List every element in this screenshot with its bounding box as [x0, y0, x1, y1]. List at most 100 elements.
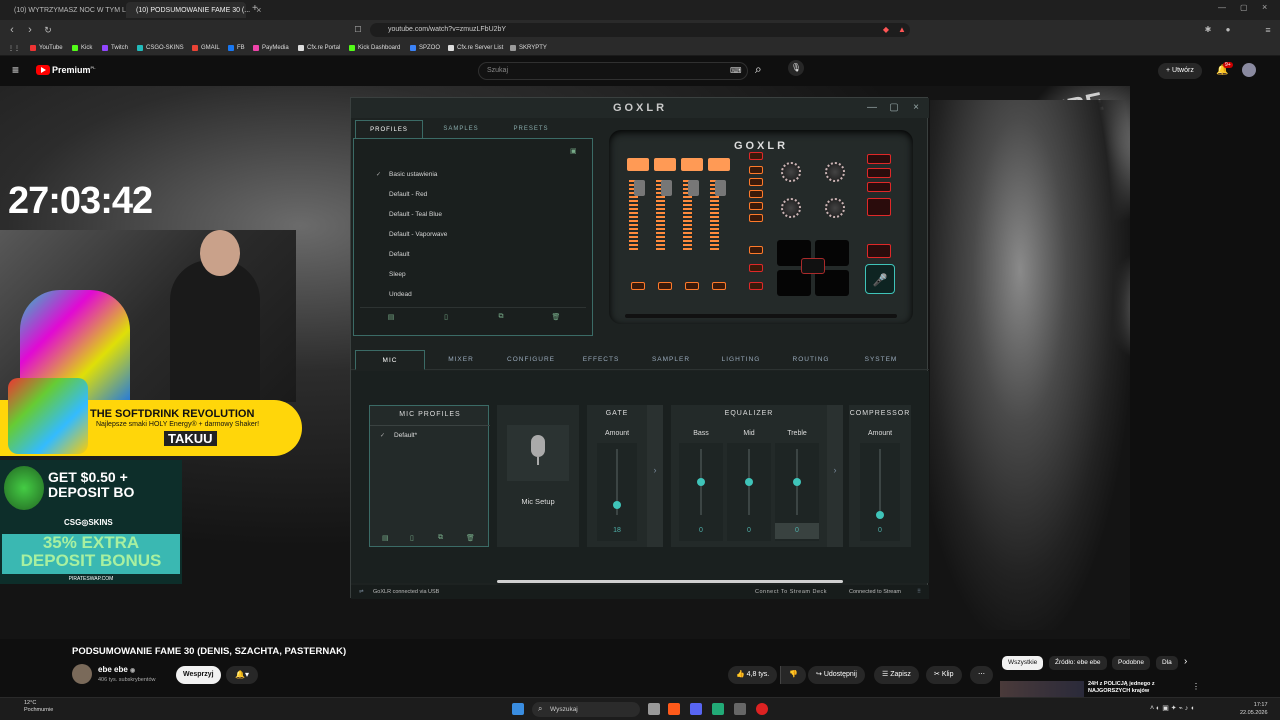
forward-icon[interactable]: › [22, 22, 38, 38]
bookmark-csgo-skins[interactable]: CSGO-SKINS [137, 42, 184, 54]
eq-treble-handle[interactable] [793, 478, 801, 486]
start-windows-icon[interactable] [512, 703, 524, 715]
mic-setup-label[interactable]: Mic Setup [497, 497, 579, 506]
resize-grip-icon[interactable]: ⠿ [917, 585, 921, 599]
fx-button[interactable] [867, 198, 891, 216]
tab-mic[interactable]: MIC [355, 350, 425, 370]
tab-system[interactable]: SYSTEM [847, 350, 915, 370]
effect-knob[interactable] [781, 198, 801, 218]
extensions-icon[interactable]: ✱ [1200, 22, 1216, 38]
preset-button[interactable] [749, 178, 763, 186]
browser-tab-active[interactable]: (10) PODSUMOWANIE FAME 30 (... × [126, 2, 261, 18]
tab-configure[interactable]: CONFIGURE [497, 350, 565, 370]
chip-for-you[interactable]: Dla [1156, 656, 1178, 670]
copy-icon[interactable]: ⧉ [494, 313, 508, 325]
chip-source[interactable]: Źródło: ebe ebe [1049, 656, 1107, 670]
create-button[interactable]: + Utwórz [1158, 63, 1202, 79]
profile-item[interactable]: Basic ustawienia [389, 171, 437, 178]
minimize-icon[interactable]: — [1218, 3, 1226, 12]
eq-mid-handle[interactable] [745, 478, 753, 486]
close-icon[interactable]: × [909, 101, 923, 115]
expand-equalizer-button[interactable]: › [827, 405, 843, 547]
sponsor-banner-csgoskins[interactable]: GET $0.50 + DEPOSIT BO CSG◎SKINS 35% EXTR… [0, 460, 182, 584]
new-tab-icon[interactable]: + [252, 3, 258, 14]
app-icon[interactable] [756, 703, 768, 715]
youtube-premium-logo[interactable]: PremiumPL [52, 65, 96, 75]
search-icon[interactable]: ⌕ [755, 62, 762, 77]
bookmark-paymedia[interactable]: PayMedia [253, 42, 289, 54]
more-options-icon[interactable]: ⋮ [1192, 682, 1200, 691]
bookmark-icon[interactable]: ☐ [350, 22, 366, 38]
mute-button[interactable] [631, 282, 645, 290]
system-tray-icons[interactable]: ˄ ◐ ▣ ✦ ⌁ ♪ ◖ [1150, 704, 1194, 712]
copy-icon[interactable]: ⧉ [438, 534, 443, 542]
recommended-thumbnail[interactable] [1000, 681, 1084, 697]
tab-presets[interactable]: PRESETS [497, 120, 565, 138]
keyboard-icon[interactable]: ⌨ [730, 66, 742, 75]
bookmark-gmail[interactable]: GMAIL [192, 42, 220, 54]
preset-button[interactable] [749, 190, 763, 198]
goxlr-app-icon[interactable] [712, 703, 724, 715]
mic-profile-item[interactable]: Default* [394, 432, 417, 439]
user-avatar[interactable] [1242, 63, 1256, 77]
gate-value[interactable]: 18 [587, 527, 647, 534]
fader-knob[interactable] [634, 180, 645, 196]
subscription-bell-icon[interactable]: 🔔▾ [226, 666, 258, 684]
maximize-icon[interactable]: ▢ [1240, 3, 1248, 12]
app-icon[interactable] [734, 703, 746, 715]
bookmark-fb[interactable]: FB [228, 42, 245, 54]
expand-gate-button[interactable]: › [647, 405, 663, 547]
effect-knob[interactable] [781, 162, 801, 182]
support-button[interactable]: Wesprzyj [176, 666, 221, 684]
delete-icon[interactable]: 🗑 [466, 534, 475, 542]
tab-samples[interactable]: SAMPLES [427, 120, 495, 138]
microphone-icon[interactable] [507, 425, 569, 481]
file-explorer-icon[interactable] [648, 703, 660, 715]
close-window-icon[interactable]: × [1262, 2, 1267, 12]
sampler-clear-button[interactable] [801, 258, 825, 274]
youtube-logo-icon[interactable] [36, 65, 50, 75]
clip-button[interactable]: ✂ Klip [926, 666, 962, 684]
profile-item[interactable]: Sleep [389, 271, 406, 278]
effect-toggle-button[interactable] [867, 182, 891, 192]
save-button[interactable]: ☰ Zapisz [874, 666, 919, 684]
eq-treble-value[interactable]: 0 [775, 523, 819, 539]
fader-knob[interactable] [688, 180, 699, 196]
sampler-bank-button[interactable] [749, 282, 763, 290]
voice-search-icon[interactable]: 🎙 [788, 60, 804, 76]
new-file-icon[interactable]: ▯ [410, 534, 414, 542]
fader-knob[interactable] [715, 180, 726, 196]
fader-knob[interactable] [661, 180, 672, 196]
compressor-slider-handle[interactable] [876, 511, 884, 519]
hamburger-menu-icon[interactable]: ≡ [12, 63, 19, 77]
share-button[interactable]: ↪ Udostępnij [808, 666, 865, 684]
compressor-value[interactable]: 0 [849, 527, 911, 534]
browser-tab[interactable]: (10) WYTRZYMASZ NOC W TYM LO... [4, 2, 137, 18]
preset-button[interactable] [749, 166, 763, 174]
tab-lighting[interactable]: LIGHTING [707, 350, 775, 370]
delete-icon[interactable]: 🗑 [549, 313, 563, 325]
taskbar-search-input[interactable]: Wyszukaj [532, 702, 640, 717]
mute-button[interactable] [658, 282, 672, 290]
search-input[interactable]: Szukaj [478, 62, 748, 80]
maximize-icon[interactable]: ▢ [887, 101, 901, 115]
bleep-button[interactable] [867, 244, 891, 258]
profile-item[interactable]: Undead [389, 291, 412, 298]
mute-button[interactable] [712, 282, 726, 290]
menu-icon[interactable]: ≡ [1260, 22, 1276, 38]
effect-toggle-button[interactable] [867, 154, 891, 164]
bookmark-cfx-server-list[interactable]: Cfx.re Server List [448, 42, 503, 54]
reload-icon[interactable]: ↻ [40, 22, 56, 38]
eq-bass-value[interactable]: 0 [679, 527, 723, 534]
profile-item[interactable]: Default - Red [389, 191, 427, 198]
eq-bass-handle[interactable] [697, 478, 705, 486]
scribble-strip[interactable] [654, 158, 676, 171]
weather-widget[interactable]: 12°C Pochmurnie [24, 700, 53, 714]
scribble-strip[interactable] [681, 158, 703, 171]
tab-mixer[interactable]: MIXER [427, 350, 495, 370]
brave-browser-icon[interactable] [668, 703, 680, 715]
channel-avatar[interactable] [72, 664, 92, 684]
tab-sampler[interactable]: SAMPLER [637, 350, 705, 370]
scribble-strip[interactable] [627, 158, 649, 171]
tab-effects[interactable]: EFFECTS [567, 350, 635, 370]
